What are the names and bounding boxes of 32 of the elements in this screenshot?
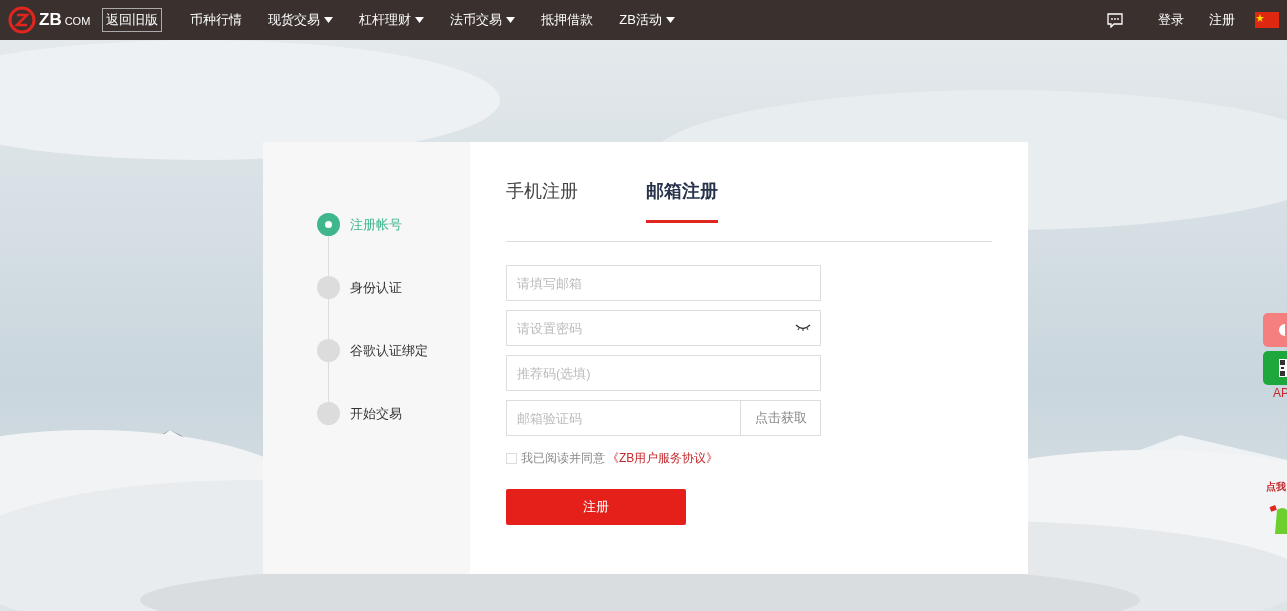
qr-code-icon	[1279, 359, 1287, 377]
logo[interactable]: ZB COM	[8, 6, 91, 34]
flag-icon[interactable]	[1255, 12, 1279, 28]
nav-menu-item[interactable]: 杠杆理财	[359, 10, 425, 30]
password-field[interactable]: 请设置密码	[506, 310, 821, 346]
step-label: 注册帐号	[350, 215, 402, 234]
get-code-button[interactable]: 点击获取	[741, 400, 821, 436]
nav-menu-item[interactable]: 法币交易	[450, 10, 516, 30]
logo-icon	[8, 6, 36, 34]
chat-icon[interactable]	[1107, 12, 1123, 28]
nav-menu-item[interactable]: 币种行情	[190, 10, 243, 30]
step-label: 身份认证	[350, 278, 402, 297]
register-button[interactable]: 注册	[506, 489, 686, 525]
old-version-button[interactable]: 返回旧版	[102, 8, 163, 32]
nav-menu-item[interactable]: 抵押借款	[541, 10, 594, 30]
agreement-text: 我已阅读并同意	[521, 450, 605, 467]
input-field[interactable]: 请填写邮箱	[506, 265, 821, 301]
login-link[interactable]: 登录	[1158, 10, 1184, 30]
nav-menu-item[interactable]: 现货交易	[268, 10, 334, 30]
qr-code-button[interactable]	[1263, 351, 1287, 385]
agreement-checkbox[interactable]	[506, 452, 517, 464]
step-label: 开始交易	[350, 404, 402, 423]
eye-closed-icon[interactable]	[795, 324, 811, 332]
register-link[interactable]: 注册	[1209, 10, 1235, 30]
tab[interactable]: 邮箱注册	[646, 178, 718, 223]
input-field[interactable]: 推荐码(选填)	[506, 355, 821, 391]
tab[interactable]: 手机注册	[506, 178, 578, 223]
terms-link[interactable]: 《ZB用户服务协议》	[607, 449, 719, 467]
nav-menu-item[interactable]: ZB活动	[619, 10, 675, 30]
step-label: 谷歌认证绑定	[350, 341, 428, 360]
promo-label[interactable]: 点我	[1266, 479, 1287, 494]
verification-code-field[interactable]: 邮箱验证码	[506, 400, 741, 436]
